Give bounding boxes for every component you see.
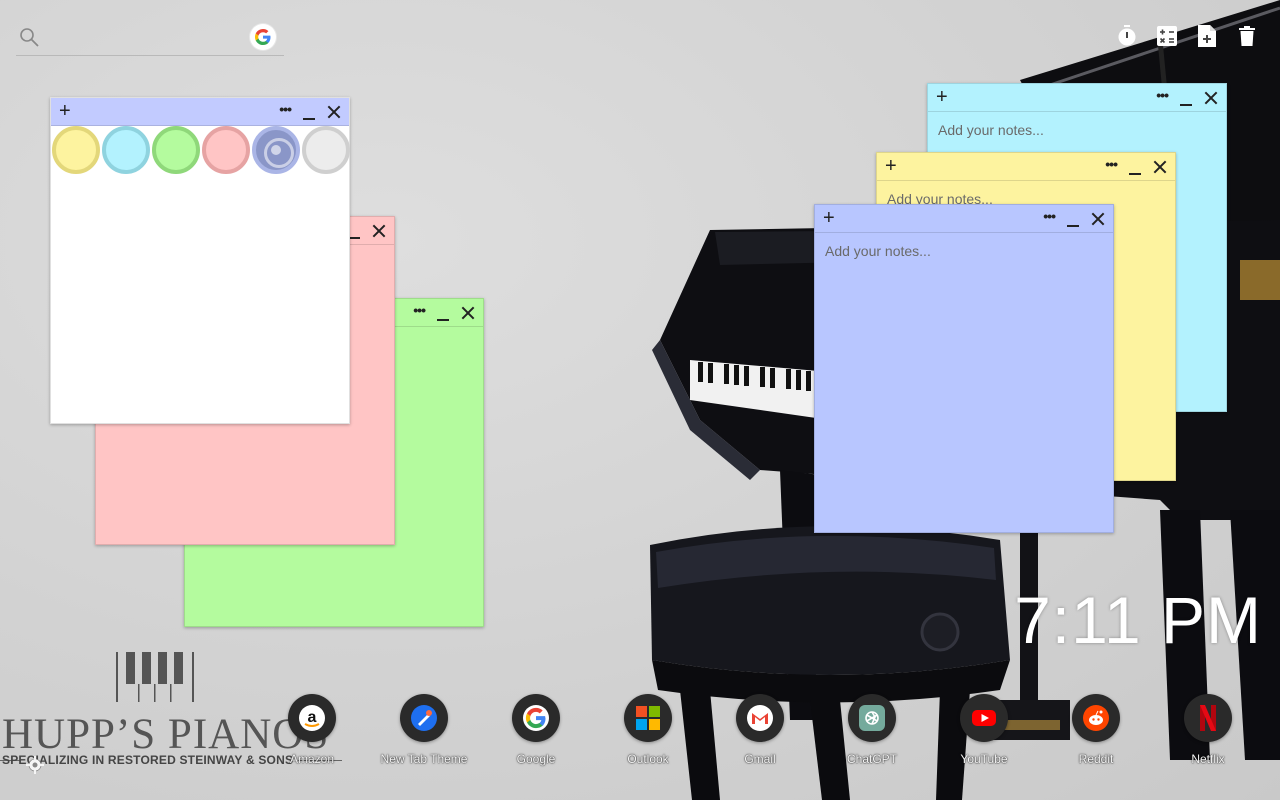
sticky-note-blue[interactable]: + ••• Add your notes...: [814, 204, 1114, 533]
svg-text:a: a: [308, 709, 317, 726]
add-note-icon[interactable]: +: [59, 100, 71, 122]
note-text-area[interactable]: Add your notes...: [815, 233, 1113, 269]
minimize-icon[interactable]: [437, 307, 449, 321]
close-icon[interactable]: [327, 105, 341, 119]
shortcut-google[interactable]: Google: [486, 694, 586, 766]
color-swatch-pink[interactable]: [202, 126, 250, 174]
close-icon[interactable]: [1153, 160, 1167, 174]
shortcut-label[interactable]: YouTube: [934, 752, 1034, 766]
close-icon[interactable]: [461, 306, 475, 320]
shortcut-label[interactable]: Outlook: [598, 752, 698, 766]
color-swatches: [51, 126, 350, 174]
minimize-icon[interactable]: [1067, 213, 1079, 227]
color-swatch-green[interactable]: [152, 126, 200, 174]
shortcut-label[interactable]: Google: [486, 752, 586, 766]
shortcut-label[interactable]: ChatGPT: [822, 752, 922, 766]
shortcut-netflix[interactable]: Netflix: [1158, 694, 1258, 766]
close-icon[interactable]: [1091, 212, 1105, 226]
more-options-icon[interactable]: •••: [1043, 208, 1056, 224]
gmail-icon[interactable]: [736, 694, 784, 742]
add-note-icon[interactable]: +: [936, 86, 948, 108]
search-icon: [20, 28, 39, 47]
more-options-icon[interactable]: •••: [1156, 87, 1169, 103]
minimize-icon[interactable]: [1129, 161, 1141, 175]
shortcut-label[interactable]: New Tab Theme: [374, 752, 474, 766]
search-input[interactable]: [50, 26, 246, 50]
minimize-icon[interactable]: [1180, 92, 1192, 106]
shortcut-label[interactable]: Amazon: [262, 752, 362, 766]
note-header[interactable]: + •••: [877, 153, 1175, 181]
amazon-icon[interactable]: a: [288, 694, 336, 742]
close-icon[interactable]: [1204, 91, 1218, 105]
shortcut-youtube[interactable]: YouTube: [934, 694, 1034, 766]
color-swatch-periwinkle[interactable]: [252, 126, 300, 174]
calculator-icon[interactable]: [1156, 24, 1178, 48]
top-toolbar: [1116, 24, 1258, 48]
outlook-icon[interactable]: [624, 694, 672, 742]
google-icon[interactable]: [250, 24, 276, 50]
note-text-area[interactable]: Add your notes...: [928, 112, 1226, 148]
minimize-icon[interactable]: [303, 106, 315, 120]
shortcuts-dock: a Amazon New Tab Theme Google Outlook Gmail Ch…: [0, 694, 1280, 774]
note-header[interactable]: + •••: [815, 205, 1113, 233]
add-note-icon[interactable]: +: [823, 207, 835, 229]
color-swatch-white[interactable]: [302, 126, 350, 174]
shortcut-chatgpt[interactable]: ChatGPT: [822, 694, 922, 766]
note-header[interactable]: + •••: [51, 98, 349, 126]
clock-time: 7:11 PM: [1014, 583, 1262, 657]
shortcut-amazon[interactable]: a Amazon: [262, 694, 362, 766]
shortcut-outlook[interactable]: Outlook: [598, 694, 698, 766]
color-swatch-cyan[interactable]: [102, 126, 150, 174]
trash-icon[interactable]: [1236, 24, 1258, 48]
chatgpt-icon[interactable]: [848, 694, 896, 742]
new-note-icon[interactable]: [1196, 24, 1218, 48]
shortcut-reddit[interactable]: Reddit: [1046, 694, 1146, 766]
add-note-icon[interactable]: +: [885, 155, 897, 177]
shortcut-gmail[interactable]: Gmail: [710, 694, 810, 766]
shortcut-label[interactable]: Reddit: [1046, 752, 1146, 766]
color-swatch-yellow[interactable]: [52, 126, 100, 174]
new-tab-theme-icon[interactable]: [400, 694, 448, 742]
note-header[interactable]: + •••: [928, 84, 1226, 112]
netflix-icon[interactable]: [1184, 694, 1232, 742]
shortcut-label[interactable]: Netflix: [1158, 752, 1258, 766]
search-bar: [16, 22, 284, 56]
reddit-icon[interactable]: [1072, 694, 1120, 742]
google-icon[interactable]: [512, 694, 560, 742]
shortcut-new-tab-theme[interactable]: New Tab Theme: [374, 694, 474, 766]
sticky-note-color-picker[interactable]: + •••: [50, 97, 350, 424]
shortcut-label[interactable]: Gmail: [710, 752, 810, 766]
stopwatch-icon[interactable]: [1116, 24, 1138, 48]
more-options-icon[interactable]: •••: [279, 101, 292, 117]
more-options-icon[interactable]: •••: [413, 302, 426, 318]
youtube-icon[interactable]: [960, 694, 1008, 742]
close-icon[interactable]: [372, 224, 386, 238]
more-options-icon[interactable]: •••: [1105, 156, 1118, 172]
